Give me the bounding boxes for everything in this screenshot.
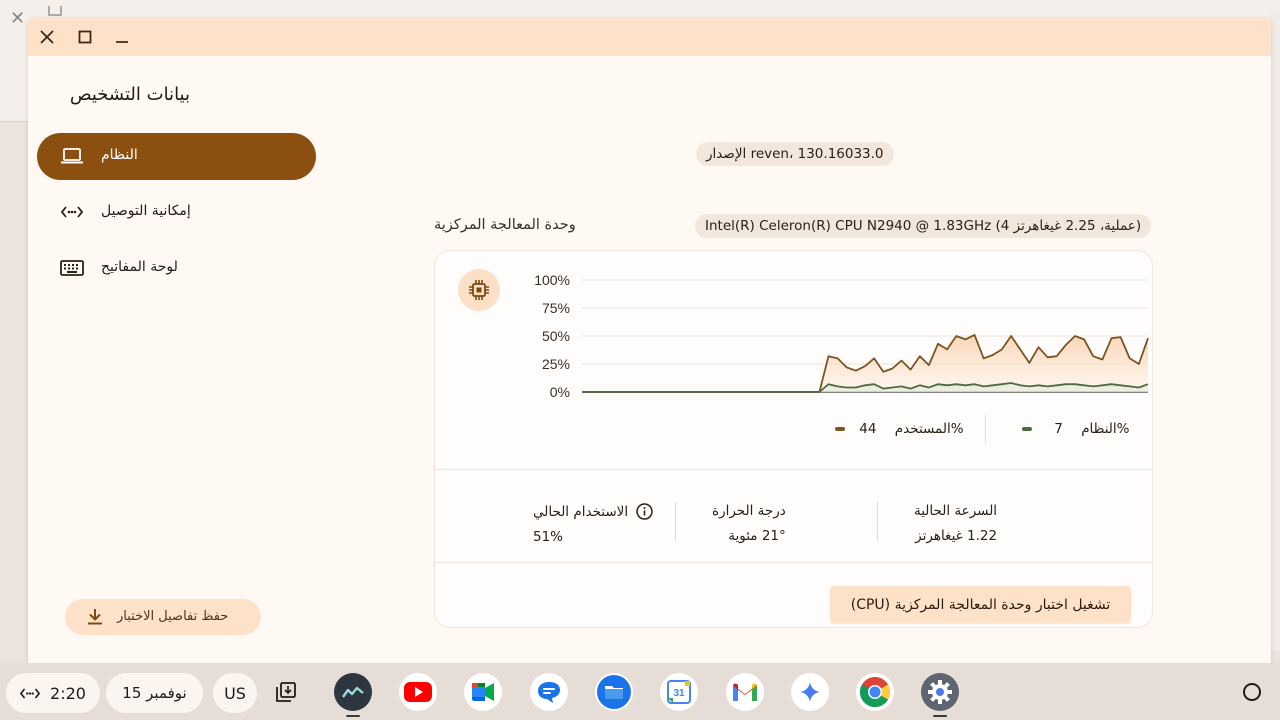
sidebar-item-label: إمكانية التوصيل — [101, 203, 191, 219]
run-cpu-test-button[interactable]: تشغيل اختبار وحدة المعالجة المركزية (CPU… — [830, 586, 1131, 623]
y-tick-label: 25% — [542, 356, 570, 372]
messages-icon[interactable] — [530, 673, 568, 711]
stat-current-speed: السرعة الحالية 1.22 غيغاهرتز — [914, 503, 997, 544]
legend-system-label: النظام — [1081, 421, 1117, 437]
card-divider — [435, 469, 1152, 470]
launcher-icon[interactable] — [1233, 673, 1271, 711]
user-series-area — [582, 334, 1148, 392]
youtube-icon[interactable] — [399, 673, 437, 711]
y-tick-label: 50% — [542, 328, 570, 344]
current-usage-label: الاستخدام الحالي — [533, 503, 629, 520]
diagnostics-window: بيانات التشخيص النظام إمكانية التوصيل لو… — [28, 18, 1271, 663]
legend-user: المستخدم 44% — [835, 421, 964, 437]
cpu-usage-chart: 0% 25% 50% 75% 100% — [534, 272, 1149, 400]
legend-user-label: المستخدم — [894, 421, 951, 437]
diagnostics-icon[interactable] — [334, 673, 372, 711]
close-icon[interactable] — [37, 27, 57, 47]
cpu-section-title: وحدة المعالجة المركزية — [434, 217, 576, 233]
current-speed-value: 1.22 غيغاهرتز — [915, 528, 998, 544]
save-test-details-button[interactable]: حفظ تفاصيل الاختبار — [65, 599, 261, 635]
calendar-icon[interactable]: 31 — [660, 673, 698, 711]
gmail-icon[interactable] — [726, 673, 764, 711]
keyboard-layout-indicator[interactable]: US — [213, 673, 257, 713]
connectivity-status-icon — [20, 687, 41, 699]
legend-system: النظام 7% — [1022, 421, 1130, 437]
stat-current-usage: الاستخدام الحالي 51% — [533, 503, 653, 545]
settings-icon[interactable] — [921, 673, 959, 711]
sidebar-item-keyboard[interactable]: لوحة المفاتيح — [37, 245, 316, 292]
date-tray[interactable]: 15 نوفمبر — [106, 673, 203, 713]
minimize-icon[interactable] — [112, 27, 132, 47]
clock: 2:20 — [50, 683, 86, 703]
info-icon[interactable] — [636, 503, 653, 520]
title-bar — [28, 18, 1271, 56]
maximize-icon[interactable] — [75, 27, 95, 47]
temperature-value: 21° مئوية — [728, 528, 786, 544]
calendar-day: 31 — [673, 688, 685, 699]
current-speed-label: السرعة الحالية — [914, 503, 998, 519]
holding-space-icon[interactable] — [267, 673, 305, 711]
sidebar-item-connectivity[interactable]: إمكانية التوصيل — [37, 189, 316, 236]
cpu-card: 0% 25% 50% 75% 100% المستخدم 44% النظام 7% ا… — [434, 250, 1153, 628]
connectivity-icon — [60, 201, 84, 223]
page-title: بيانات التشخيص — [69, 84, 190, 105]
gemini-icon[interactable] — [791, 673, 829, 711]
meet-icon[interactable] — [464, 673, 502, 711]
system-swatch — [1022, 427, 1032, 431]
y-tick-label: 100% — [534, 272, 570, 288]
cpu-info-chip: Intel(R) Celeron(R) CPU N2940 @ 1.83GHz … — [695, 214, 1152, 238]
temperature-label: درجة الحرارة — [712, 503, 786, 519]
status-area[interactable]: 2:20 — [6, 673, 100, 713]
y-tick-label: 0% — [550, 384, 570, 400]
stat-separator — [877, 502, 878, 542]
running-indicator — [933, 715, 947, 717]
user-swatch — [835, 427, 845, 431]
sidebar-item-label: لوحة المفاتيح — [101, 259, 178, 275]
stat-separator — [675, 502, 676, 542]
sidebar-item-label: النظام — [101, 147, 138, 163]
background-window-icon — [48, 6, 62, 16]
current-usage-value: 51% — [533, 529, 564, 545]
background-close-icon: ✕ — [10, 8, 26, 29]
files-icon[interactable] — [595, 673, 633, 711]
version-chip: الإصدار reven، 130.16033.0 — [696, 142, 894, 166]
sidebar-nav: النظام إمكانية التوصيل لوحة المفاتيح — [37, 133, 316, 301]
laptop-icon — [60, 145, 84, 167]
chrome-icon[interactable] — [856, 673, 894, 711]
card-divider — [435, 562, 1152, 563]
save-button-label: حفظ تفاصيل الاختبار — [117, 609, 229, 624]
running-indicator — [346, 715, 360, 717]
shelf: 2:20 15 نوفمبر US 31 — [0, 663, 1280, 720]
download-icon — [87, 608, 103, 629]
sidebar-item-system[interactable]: النظام — [37, 133, 316, 180]
stat-temperature: درجة الحرارة 21° مئوية — [712, 503, 786, 544]
y-tick-label: 75% — [542, 300, 570, 316]
legend-separator — [985, 415, 986, 443]
background-window-edge — [1270, 10, 1280, 650]
keyboard-icon — [60, 257, 84, 279]
